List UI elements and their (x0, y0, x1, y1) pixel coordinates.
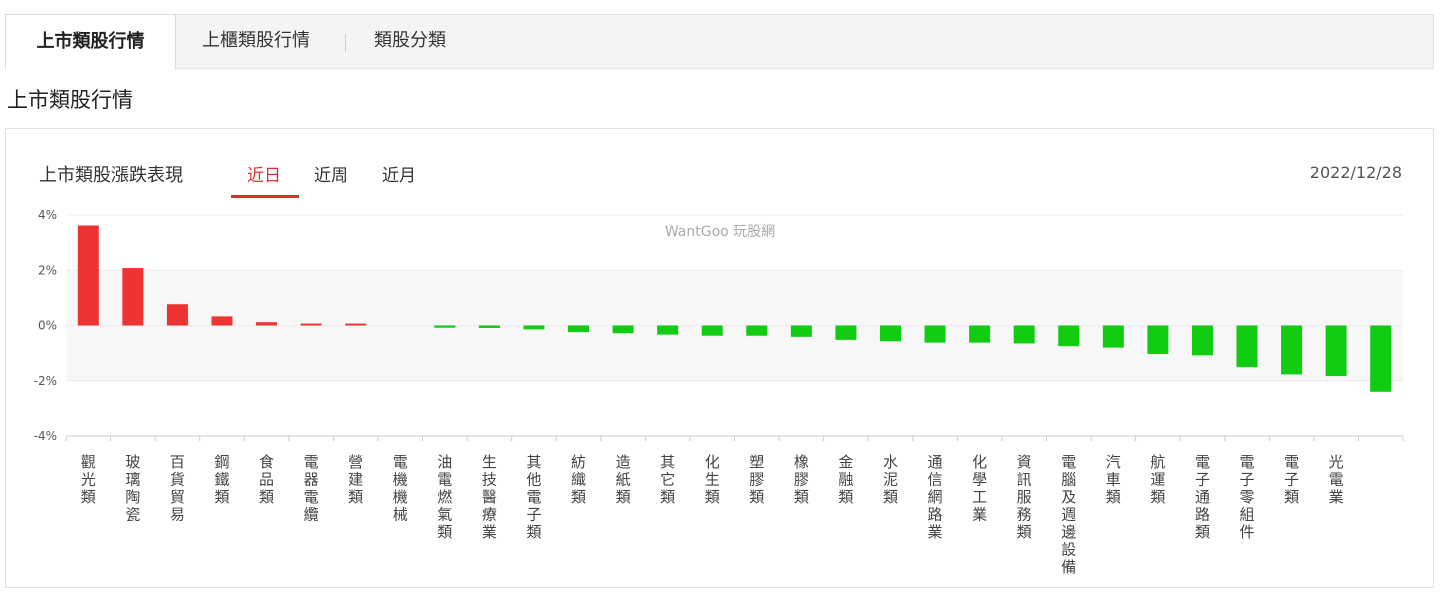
bar (300, 323, 322, 326)
category-label: 生技醫療業 (482, 453, 497, 541)
chart-watermark: WantGoo 玩股網 (665, 224, 775, 240)
category-label: 水泥類 (883, 453, 898, 506)
bar (1102, 325, 1124, 348)
bar (657, 325, 679, 335)
bar (166, 304, 188, 326)
bar (924, 325, 946, 343)
category-label: 金融類 (838, 453, 853, 506)
bar (523, 325, 545, 330)
bar (1370, 325, 1392, 392)
bar (256, 322, 278, 326)
bar (478, 325, 500, 328)
category-label: 橡膠類 (794, 453, 809, 506)
category-label: 電子類 (1284, 453, 1299, 506)
category-label: 紡織類 (571, 453, 586, 506)
bar (434, 325, 456, 328)
bar (1281, 325, 1303, 375)
category-label: 航運類 (1150, 453, 1165, 506)
category-label: 通信網路業 (928, 453, 943, 541)
bar (1191, 325, 1213, 356)
bar (746, 325, 768, 336)
category-label: 塑膠類 (749, 453, 764, 506)
category-label: 造紙類 (616, 453, 631, 506)
sector-performance-chart: 4% 2% 0% -2% -4% WantGoo 玩股網觀光類 玻璃陶瓷 百貨貿易 鋼鐵類 食品類… (34, 208, 1404, 576)
category-label: 化學工業 (972, 453, 987, 524)
bar (77, 225, 99, 326)
bar (1147, 325, 1169, 354)
bar (701, 325, 723, 336)
category-label: 電子零組件 (1240, 453, 1255, 541)
category-label: 玻璃陶瓷 (125, 453, 140, 524)
bar (1013, 325, 1035, 344)
category-label: 百貨貿易 (170, 453, 185, 524)
category-label: 鋼鐵類 (214, 453, 229, 506)
category-label: 其他電子類 (526, 453, 541, 541)
category-label: 光電業 (1329, 453, 1344, 506)
category-label: 電機機械 (393, 453, 408, 524)
bar (1325, 325, 1347, 377)
bar (879, 325, 901, 342)
category-label: 觀光類 (81, 453, 96, 506)
y-tick-label: -2% (34, 374, 57, 388)
category-label: 電器電纜 (304, 453, 319, 524)
y-tick-label: 2% (38, 263, 57, 277)
category-label: 食品類 (259, 453, 274, 506)
y-tick-label: 0% (38, 319, 57, 333)
bar (568, 325, 590, 333)
y-tick-label: -4% (34, 429, 57, 443)
bar (1236, 325, 1258, 368)
bar (1058, 325, 1080, 347)
category-label: 營建類 (348, 453, 363, 506)
bar (790, 325, 812, 337)
category-label: 油電燃氣類 (437, 453, 452, 541)
category-label: 汽車類 (1106, 453, 1121, 506)
category-label: 電子通路類 (1195, 453, 1210, 541)
y-tick-label: 4% (38, 208, 57, 222)
category-label: 資訊服務類 (1017, 453, 1032, 541)
bar (612, 325, 634, 334)
category-label: 其它類 (660, 453, 675, 506)
bar (211, 316, 233, 326)
bar (345, 323, 367, 326)
category-label: 電腦及週邊設備 (1061, 453, 1076, 576)
bar (122, 268, 144, 326)
bar (835, 325, 857, 340)
bar (969, 325, 991, 343)
category-label: 化生類 (705, 453, 720, 506)
